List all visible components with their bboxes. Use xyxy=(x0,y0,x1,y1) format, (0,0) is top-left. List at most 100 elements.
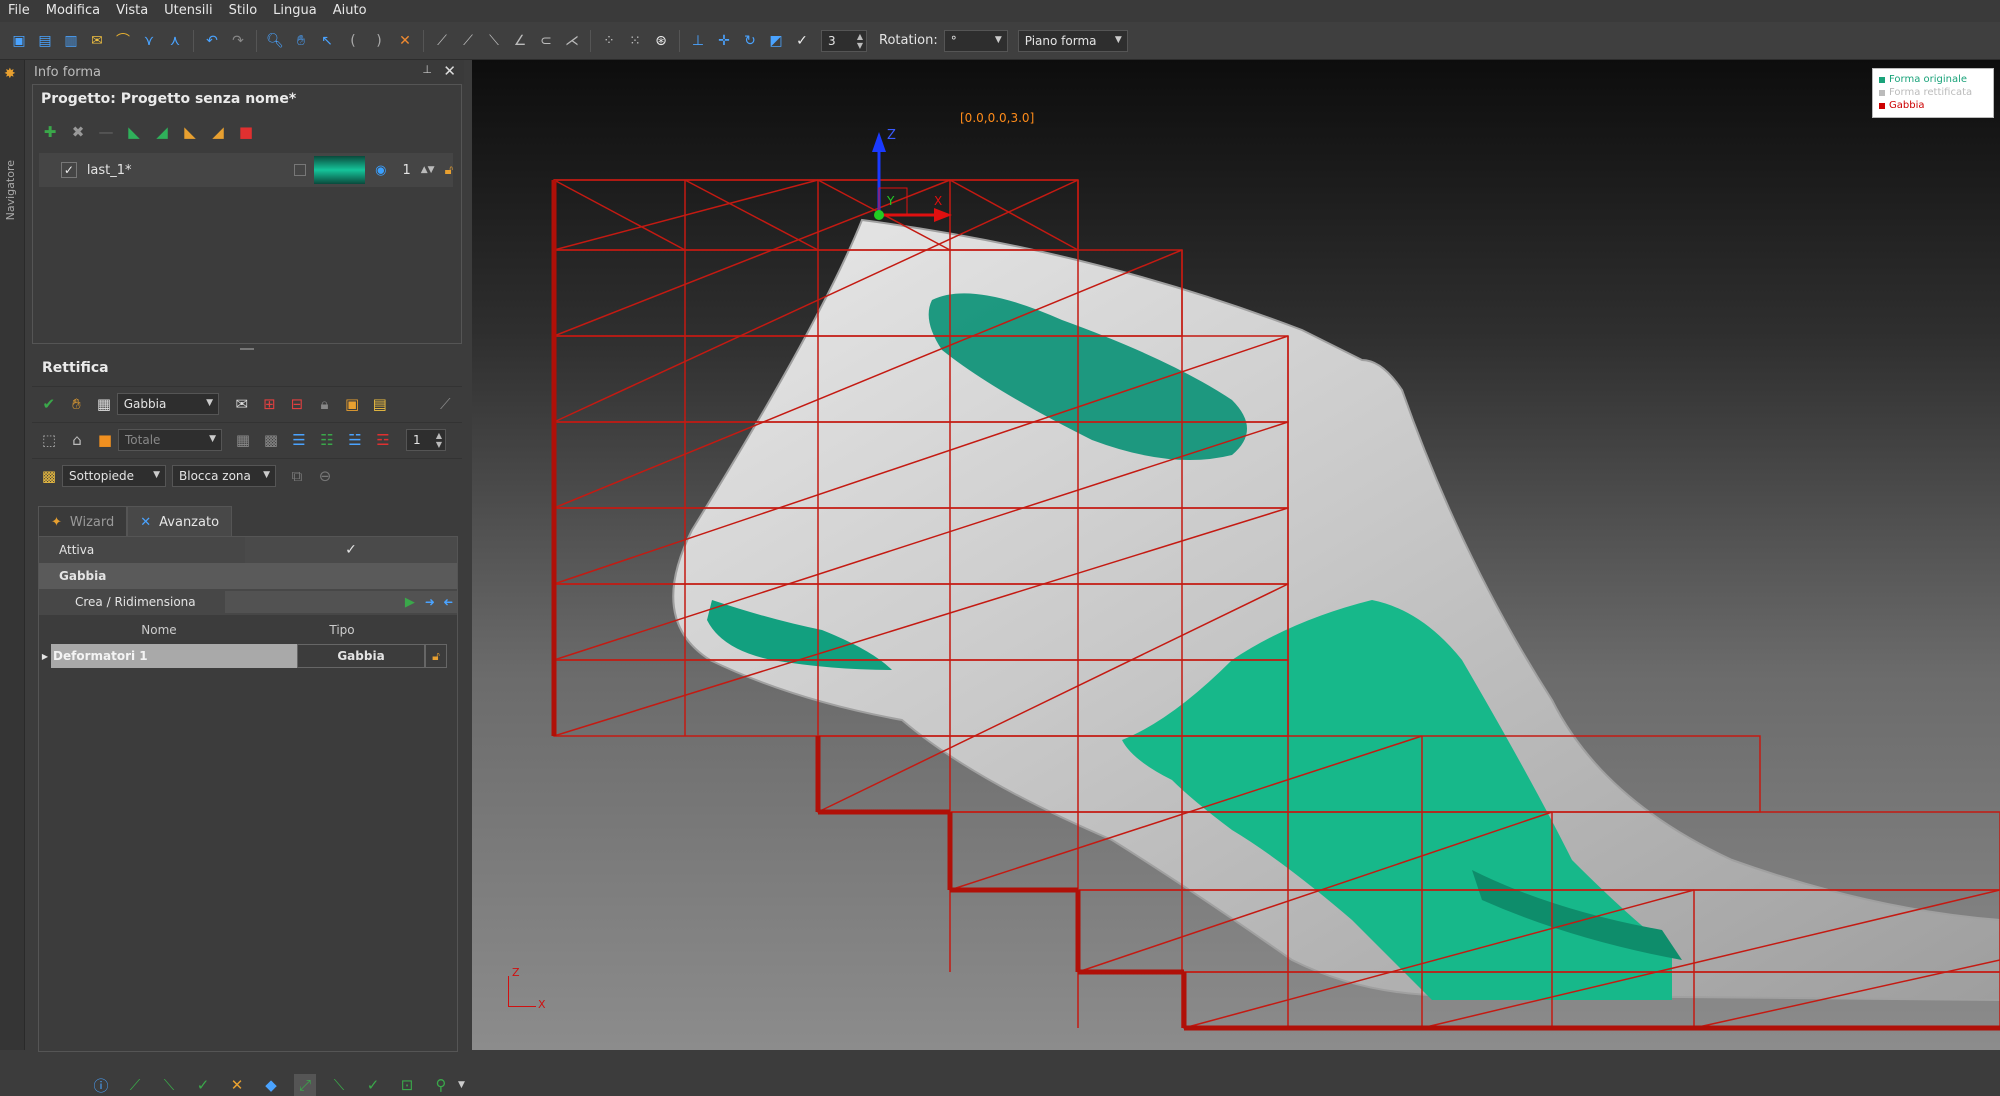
splitter-handle[interactable] xyxy=(240,348,254,350)
col-type-header[interactable]: Tipo xyxy=(279,623,405,637)
shape-count-stepper[interactable]: ▲▼ xyxy=(421,165,435,175)
stepper-arrows-icon[interactable]: ▲ ▼ xyxy=(433,431,445,449)
tool-green-3-icon[interactable]: ✓ xyxy=(192,1074,214,1096)
measure-tool-icon[interactable]: ✕ xyxy=(396,32,414,50)
shape-visible-checkbox[interactable]: ✓ xyxy=(61,162,77,178)
shape-green-alt-icon[interactable]: ◢ xyxy=(151,121,173,143)
close-icon[interactable]: ✕ xyxy=(443,62,456,80)
viewport-3d[interactable]: [0.0,0.0,3.0] Z Y X Z X Forma originale … xyxy=(472,60,2000,1050)
deform-mode-dropdown[interactable]: Gabbia ▼ xyxy=(116,392,219,415)
zoom-icon[interactable]: 🔍︎ xyxy=(266,32,284,50)
info-icon[interactable]: ⓘ xyxy=(90,1074,112,1096)
gabbia-section[interactable]: Gabbia xyxy=(39,563,457,589)
points-icon[interactable]: ⁘ xyxy=(600,32,618,50)
menu-utensili[interactable]: Utensili xyxy=(156,0,220,22)
undo-icon[interactable]: ↶ xyxy=(203,32,221,50)
shape-green-icon[interactable]: ◣ xyxy=(123,121,145,143)
box-icon[interactable]: ⬚ xyxy=(38,429,60,451)
ruler-alt-icon[interactable]: ⟋ xyxy=(459,32,477,50)
shape-orange-alt-icon[interactable]: ◢ xyxy=(207,121,229,143)
tool-green-4-icon[interactable]: ⟍ xyxy=(328,1074,350,1096)
tool-green-6-icon[interactable]: ⊡ xyxy=(396,1074,418,1096)
segments-stepper[interactable]: 3 ▲ ▼ xyxy=(821,29,867,52)
link-icon[interactable]: ⊂ xyxy=(537,32,555,50)
shrink-icon[interactable]: ⊟ xyxy=(286,393,308,415)
copy-icon[interactable]: ⧉ xyxy=(286,465,308,487)
tab-avanzato[interactable]: ✕ Avanzato xyxy=(127,506,233,537)
col-name-header[interactable]: Nome xyxy=(39,623,279,637)
attiva-checkbox[interactable]: ✓ xyxy=(245,537,457,563)
envelope-icon[interactable]: ✉ xyxy=(231,393,253,415)
rotation-dropdown[interactable]: ° ▼ xyxy=(943,29,1008,52)
select-arrow-icon[interactable]: ↖ xyxy=(318,32,336,50)
axes-icon[interactable]: ⊥ xyxy=(689,32,707,50)
add-shape-icon[interactable]: ✚ xyxy=(39,121,61,143)
expand-icon[interactable]: ⊞ xyxy=(259,393,281,415)
hand-icon[interactable]: ✋︎ xyxy=(66,393,88,415)
menu-file[interactable]: File xyxy=(0,0,38,22)
lock-icon[interactable]: 🔓︎ xyxy=(445,163,453,178)
arrow-right-icon[interactable]: ➜ xyxy=(425,595,435,609)
move-icon[interactable]: ✛ xyxy=(715,32,733,50)
menu-modifica[interactable]: Modifica xyxy=(38,0,108,22)
zone-dropdown[interactable]: Sottopiede ▼ xyxy=(62,464,166,487)
rotate-icon[interactable]: ↻ xyxy=(741,32,759,50)
eye-icon[interactable]: ◉ xyxy=(375,163,386,178)
grid-alt-icon[interactable]: ▩ xyxy=(260,429,282,451)
menu-stilo[interactable]: Stilo xyxy=(221,0,266,22)
paste-icon[interactable]: ⊖ xyxy=(314,465,336,487)
lock-zone-dropdown[interactable]: Blocca zona ▼ xyxy=(172,464,276,487)
plane-dropdown[interactable]: Piano forma ▼ xyxy=(1017,29,1128,52)
redo-icon[interactable]: ↷ xyxy=(229,32,247,50)
tool-blue-icon[interactable]: ◆ xyxy=(260,1074,282,1096)
curve-alt-icon[interactable]: ) xyxy=(370,32,388,50)
menu-lingua[interactable]: Lingua xyxy=(265,0,325,22)
shape-select-checkbox[interactable] xyxy=(293,164,306,176)
navigator-tab[interactable]: Navigatore xyxy=(4,160,17,220)
home-icon[interactable]: ⌂ xyxy=(66,429,88,451)
menu-vista[interactable]: Vista xyxy=(108,0,156,22)
ruler-icon[interactable]: ⟋ xyxy=(433,32,451,50)
expand-arrow-icon[interactable]: ▶ xyxy=(39,652,51,661)
save-icon[interactable]: ▥ xyxy=(62,32,80,50)
sections-icon[interactable]: ⊛ xyxy=(652,32,670,50)
open-file-icon[interactable]: ▤ xyxy=(36,32,54,50)
layers-icon[interactable]: ☰ xyxy=(288,429,310,451)
delete-red-icon[interactable]: ■ xyxy=(235,121,257,143)
pin-icon[interactable]: ⊥ xyxy=(422,63,432,76)
shape-orange-icon[interactable]: ◣ xyxy=(179,121,201,143)
tool-orange-icon[interactable]: ✕ xyxy=(226,1074,248,1096)
more-chevron-icon[interactable]: ▼ xyxy=(458,1080,465,1090)
layers-blue-icon[interactable]: ☱ xyxy=(344,429,366,451)
lock-orange-icon[interactable]: ▣ xyxy=(341,393,363,415)
row-lock-icon[interactable]: 🔓︎ xyxy=(425,644,447,668)
new-file-icon[interactable]: ▣ xyxy=(10,32,28,50)
shoe-icon[interactable]: ⌒ xyxy=(114,32,132,50)
grid-icon[interactable]: ▦ xyxy=(232,429,254,451)
remove-shape-icon[interactable]: ✖ xyxy=(67,121,89,143)
cage-stepper[interactable]: 1 ▲ ▼ xyxy=(406,428,446,451)
pin-tool-icon[interactable]: ⟋ xyxy=(434,393,456,415)
pan-hand-icon[interactable]: ✋︎ xyxy=(292,32,310,50)
mirror-alt-icon[interactable]: ⋏ xyxy=(166,32,184,50)
email-icon[interactable]: ✉ xyxy=(88,32,106,50)
confirm-icon[interactable]: ✔ xyxy=(38,393,60,415)
points-alt-icon[interactable]: ⁙ xyxy=(626,32,644,50)
shape-row[interactable]: ✓ last_1* ◉ 1 ▲▼ 🔓︎ xyxy=(39,153,453,187)
menu-aiuto[interactable]: Aiuto xyxy=(325,0,375,22)
tool-green-1-icon[interactable]: ⟋ xyxy=(124,1074,146,1096)
layers-green-icon[interactable]: ☷ xyxy=(316,429,338,451)
play-icon[interactable]: ▶ xyxy=(405,595,415,610)
stepper-arrows-icon[interactable]: ▲ ▼ xyxy=(854,32,866,50)
tool-green-5-icon[interactable]: ✓ xyxy=(362,1074,384,1096)
layers-red-icon[interactable]: ☲ xyxy=(372,429,394,451)
curve-icon[interactable]: ( xyxy=(344,32,362,50)
lock-yellow-icon[interactable]: ▤ xyxy=(369,393,391,415)
angle-icon[interactable]: ∠ xyxy=(511,32,529,50)
tool-active-icon[interactable]: ⤢ xyxy=(294,1074,316,1096)
arrow-left-icon[interactable]: ➜ xyxy=(443,595,453,609)
tool-green-2-icon[interactable]: ⟍ xyxy=(158,1074,180,1096)
lock-grey-icon[interactable]: 🔒︎ xyxy=(314,393,336,415)
snap-icon[interactable]: ⋌ xyxy=(563,32,581,50)
tab-wizard[interactable]: ✦ Wizard xyxy=(38,506,128,537)
